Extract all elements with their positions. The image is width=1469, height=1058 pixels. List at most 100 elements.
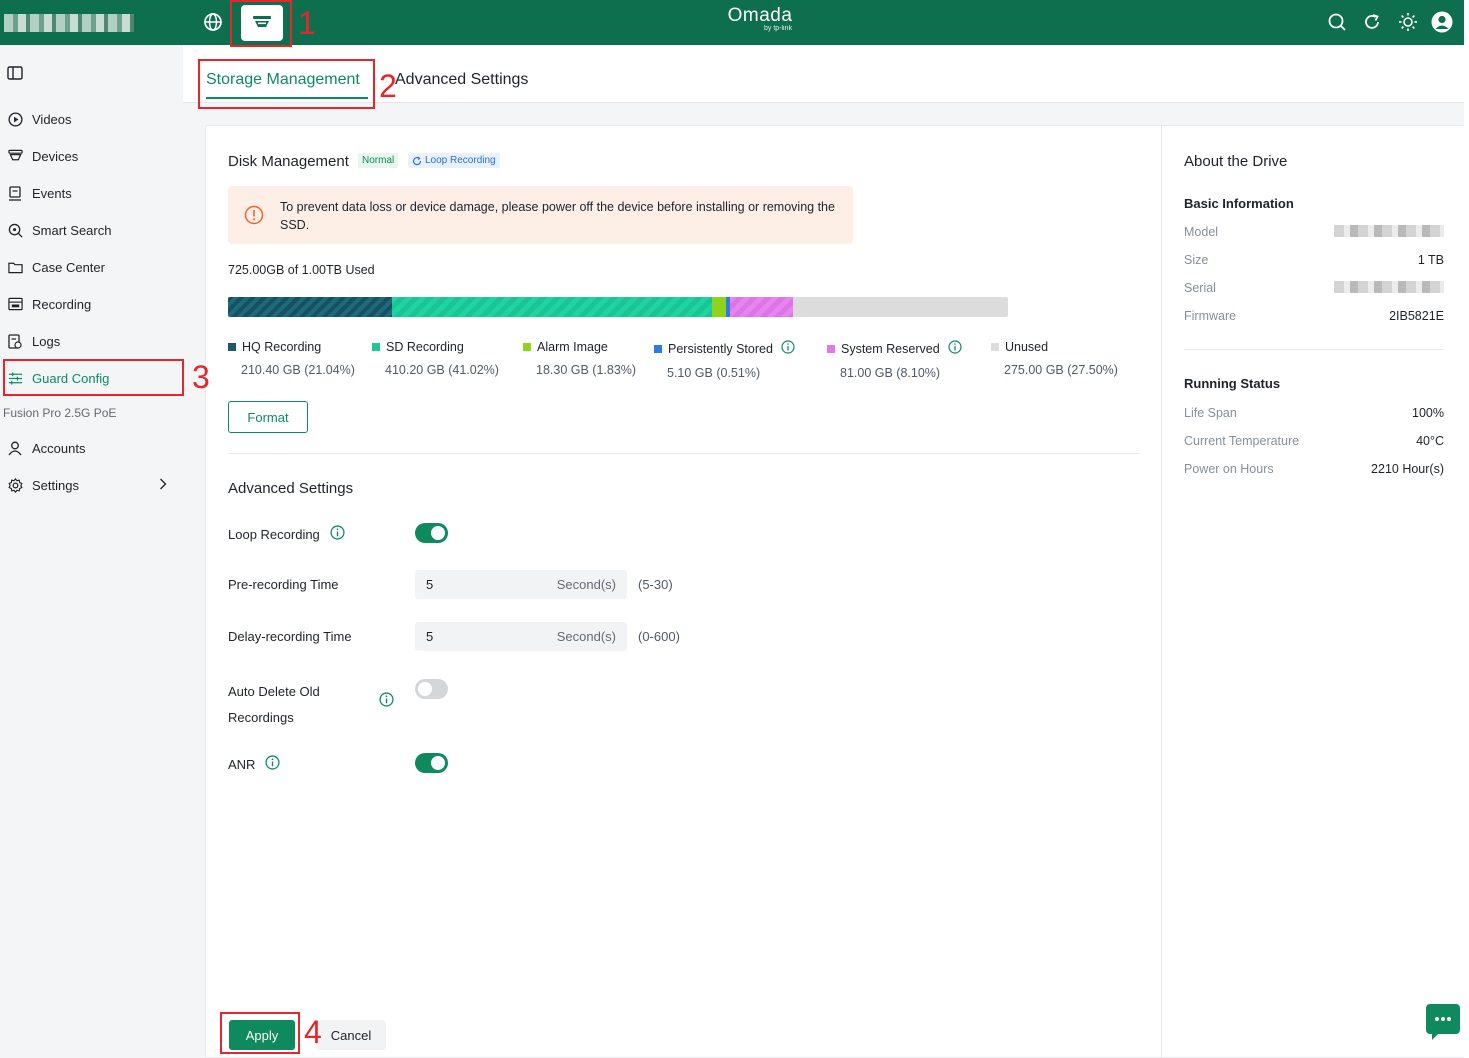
kv-label: Serial <box>1184 281 1216 295</box>
toggle-knob <box>431 756 445 770</box>
info-icon[interactable] <box>948 340 962 357</box>
sidebar-item-recording[interactable]: Recording <box>0 286 183 322</box>
user-avatar-icon[interactable] <box>1429 9 1455 35</box>
sidebar-item-settings[interactable]: Settings <box>0 467 183 503</box>
sidebar-item-case-center[interactable]: Case Center <box>0 249 183 285</box>
power-on-hours-row: Power on Hours 2210 Hour(s) <box>1184 462 1444 476</box>
delay-recording-input[interactable]: 5 Second(s) <box>415 622 627 651</box>
pre-recording-input[interactable]: 5 Second(s) <box>415 570 627 599</box>
legend-system-reserved: System Reserved 81.00 GB (8.10%) <box>827 340 962 380</box>
kv-label: Model <box>1184 225 1219 239</box>
toggle-knob <box>431 526 445 540</box>
delay-recording-label: Delay-recording Time <box>228 629 352 644</box>
annotation-number-1: 1 <box>298 5 316 41</box>
bar-segment-sd-recording <box>392 297 713 317</box>
chat-support-button[interactable] <box>1426 1004 1460 1040</box>
serial-value-redacted <box>1334 281 1444 293</box>
kv-label: Power on Hours <box>1184 462 1274 476</box>
tab-bar: Storage Management Advanced Settings <box>183 45 1464 103</box>
sidebar-collapse-icon[interactable] <box>7 66 23 85</box>
sidebar-item-devices[interactable]: Devices <box>0 138 183 174</box>
anr-toggle[interactable] <box>415 753 448 773</box>
sidebar: Videos Devices Events Smart Search Case … <box>0 45 183 1058</box>
kv-value: 2IB5821E <box>1389 309 1444 323</box>
annotation-box-3 <box>3 359 184 396</box>
gear-icon <box>7 477 23 493</box>
kv-label: Current Temperature <box>1184 434 1300 448</box>
loop-recording-badge: Loop Recording <box>408 153 500 168</box>
kv-value: 2210 Hour(s) <box>1371 462 1444 476</box>
brand-sub: by tp-link <box>763 25 792 32</box>
legend-label: SD Recording <box>386 340 464 354</box>
legend-label: Alarm Image <box>537 340 608 354</box>
loop-icon <box>412 156 422 165</box>
brand-logo: Omada by tp-link <box>724 6 796 33</box>
play-circle-icon <box>7 111 23 127</box>
info-icon[interactable] <box>379 692 394 712</box>
pre-recording-range: (5-30) <box>638 577 673 592</box>
legend-alarm-image: Alarm Image 18.30 GB (1.83%) <box>523 340 636 377</box>
legend-value: 410.20 GB (41.02%) <box>385 363 499 377</box>
kv-label: Firmware <box>1184 309 1237 323</box>
usage-summary: 725.00GB of 1.00TB Used <box>228 263 375 277</box>
legend-value: 18.30 GB (1.83%) <box>536 363 637 377</box>
globe-icon[interactable] <box>200 9 226 35</box>
user-icon <box>7 440 23 456</box>
chevron-right-icon <box>159 478 167 493</box>
annotation-box-4 <box>220 1012 300 1054</box>
warning-text: To prevent data loss or device damage, p… <box>280 200 835 232</box>
anr-text: ANR <box>228 756 256 772</box>
legend-hq-recording: HQ Recording 210.40 GB (21.04%) <box>228 340 355 377</box>
info-icon[interactable] <box>781 340 795 357</box>
camera-icon <box>7 148 23 164</box>
search-icon[interactable] <box>1324 9 1350 35</box>
status-badge: Normal <box>358 153 399 168</box>
about-drive-title: About the Drive <box>1184 153 1288 170</box>
sidebar-item-accounts[interactable]: Accounts <box>0 430 183 466</box>
sidebar-item-events[interactable]: Events <box>0 175 183 211</box>
kv-label: Life Span <box>1184 406 1237 420</box>
advanced-settings-title: Advanced Settings <box>228 480 354 497</box>
toggle-knob <box>418 682 432 696</box>
auto-delete-label: Auto Delete Old Recordings <box>228 679 320 731</box>
drive-info-divider <box>1184 349 1444 350</box>
loop-recording-toggle[interactable] <box>415 523 448 543</box>
site-logo-blurred <box>4 14 134 32</box>
format-button[interactable]: Format <box>228 401 308 433</box>
annotation-number-4: 4 <box>304 1014 322 1050</box>
legend-value: 81.00 GB (8.10%) <box>840 366 941 380</box>
legend-label: Unused <box>1005 340 1049 354</box>
tab-advanced-settings[interactable]: Advanced Settings <box>395 71 528 89</box>
sidebar-item-logs[interactable]: Logs <box>0 323 183 359</box>
input-value: 5 <box>426 629 434 644</box>
theme-sun-icon[interactable] <box>1395 9 1421 35</box>
bar-segment-system-reserved <box>730 297 794 317</box>
sidebar-item-smart-search[interactable]: Smart Search <box>0 212 183 248</box>
warning-circle-icon <box>244 205 264 230</box>
legend-label: Persistently Stored <box>668 341 773 356</box>
info-icon[interactable] <box>330 525 345 543</box>
sidebar-item-videos[interactable]: Videos <box>0 101 183 137</box>
temperature-row: Current Temperature 40°C <box>1184 434 1444 448</box>
main-content: Disk Management Normal Loop Recording To… <box>183 104 1464 1058</box>
delay-recording-range: (0-600) <box>638 629 680 644</box>
kv-label: Size <box>1184 253 1209 267</box>
legend-unused: Unused 275.00 GB (27.50%) <box>991 340 1118 377</box>
bar-segment-hq-recording <box>228 297 393 317</box>
anr-label: ANR <box>228 755 281 773</box>
auto-delete-toggle[interactable] <box>415 679 448 699</box>
loop-recording-label: Loop Recording <box>228 525 345 543</box>
column-divider <box>1161 126 1162 1058</box>
window-edge <box>1464 0 1469 1058</box>
drive-size-row: Size 1 TB <box>1184 253 1444 267</box>
refresh-icon[interactable] <box>1359 9 1385 35</box>
sidebar-item-label: Smart Search <box>32 222 112 238</box>
bar-segment-unused <box>793 297 1008 317</box>
folder-icon <box>7 259 23 275</box>
info-icon[interactable] <box>265 755 281 773</box>
loop-badge-label: Loop Recording <box>425 155 496 166</box>
cancel-button[interactable]: Cancel <box>316 1020 386 1050</box>
sidebar-item-label: Case Center <box>32 259 105 275</box>
basic-info-title: Basic Information <box>1184 196 1294 211</box>
sidebar-item-label: Devices <box>32 148 79 164</box>
